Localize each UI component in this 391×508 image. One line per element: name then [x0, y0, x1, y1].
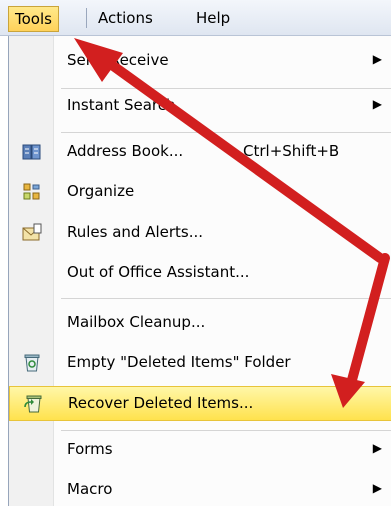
menu-item-instant-search[interactable]: Instant Search ▶	[9, 89, 391, 124]
menu-item-forms[interactable]: Forms ▶	[9, 433, 391, 468]
menu-help[interactable]: Help	[190, 6, 236, 30]
menu-actions[interactable]: Actions	[92, 6, 159, 30]
address-book-icon	[22, 144, 41, 160]
menu-item-shortcut: Ctrl+Shift+B	[243, 142, 340, 160]
organize-icon	[23, 183, 40, 200]
menu-item-label: Forms	[67, 440, 113, 458]
menu-item-organize[interactable]: Organize	[9, 175, 391, 210]
menu-item-label: Out of Office Assistant...	[67, 263, 250, 281]
recover-trash-icon	[24, 395, 42, 413]
menu-separator	[61, 132, 391, 133]
menu-bar-separator	[86, 8, 87, 28]
menu-separator	[61, 430, 391, 431]
menu-item-mailbox-cleanup[interactable]: Mailbox Cleanup...	[9, 306, 391, 341]
menu-item-label: Recover Deleted Items...	[68, 394, 254, 412]
menu-item-label: Organize	[67, 182, 135, 200]
submenu-arrow-icon: ▶	[372, 52, 382, 66]
menu-item-label: Mailbox Cleanup...	[67, 313, 206, 331]
submenu-arrow-icon: ▶	[372, 441, 382, 455]
menu-tools[interactable]: Tools	[8, 6, 59, 32]
menu-separator	[61, 298, 391, 299]
menu-item-label: Empty "Deleted Items" Folder	[67, 353, 291, 371]
menu-item-label: Macro	[67, 480, 113, 498]
empty-trash-icon	[24, 354, 40, 372]
menu-item-address-book[interactable]: Address Book... Ctrl+Shift+B	[9, 135, 391, 170]
menu-bar: Tools Actions Help	[0, 0, 391, 36]
menu-item-rules-alerts[interactable]: Rules and Alerts...	[9, 216, 391, 251]
menu-item-label: Rules and Alerts...	[67, 223, 204, 241]
menu-item-label: Address Book...	[67, 142, 184, 160]
menu-item-macro[interactable]: Macro ▶	[9, 473, 391, 508]
menu-item-label: Send/Receive	[67, 51, 169, 69]
menu-item-label: Instant Search	[67, 96, 176, 114]
submenu-arrow-icon: ▶	[372, 97, 382, 111]
menu-item-send-receive[interactable]: Send/Receive ▶	[9, 44, 391, 79]
rules-alerts-icon	[22, 223, 42, 241]
menu-item-out-of-office[interactable]: Out of Office Assistant...	[9, 256, 391, 291]
tools-dropdown-menu: Send/Receive ▶ Instant Search ▶ Address …	[8, 36, 391, 506]
menu-item-empty-deleted[interactable]: Empty "Deleted Items" Folder	[9, 346, 391, 381]
menu-item-recover-deleted[interactable]: Recover Deleted Items...	[9, 386, 391, 421]
